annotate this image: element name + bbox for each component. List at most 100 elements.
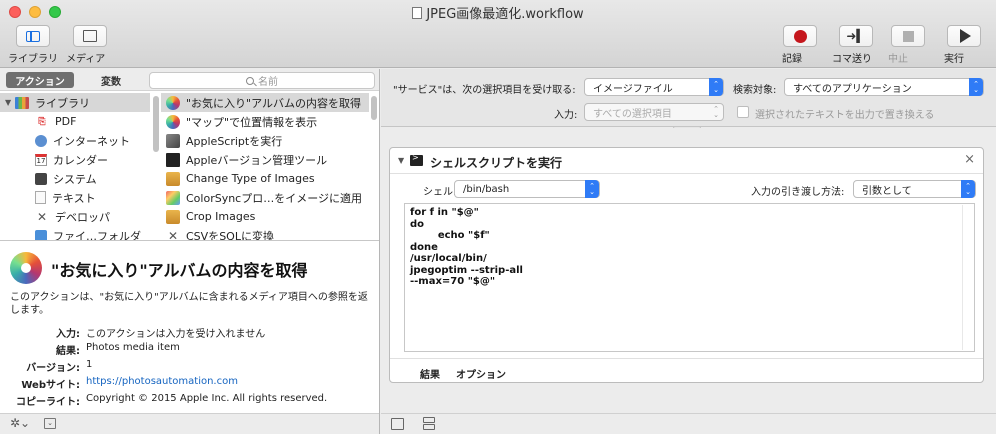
media-label: メディア [66, 54, 106, 65]
preview-icon [166, 171, 180, 186]
library-item-label: テキスト [52, 191, 96, 205]
play-icon [959, 29, 971, 43]
tab-variables[interactable]: 変数 [82, 72, 140, 88]
library-item-label: システム [53, 172, 97, 186]
step-label: コマ送り [832, 54, 872, 65]
popup-arrows-icon: ⌃ ⌄ [585, 180, 599, 198]
flow-view-icon[interactable] [423, 417, 435, 423]
stop-icon [902, 30, 914, 42]
library-item-developer[interactable]: ✕ デベロッパ [0, 207, 150, 226]
shell-popup[interactable]: /bin/bash ⌃ ⌄ [454, 180, 600, 198]
stop-button[interactable]: 中止 [888, 25, 928, 65]
media-icon [83, 30, 97, 42]
record-label: 記録 [782, 50, 802, 65]
receives-popup[interactable]: イメージファイル ⌃ ⌄ [584, 78, 724, 96]
library-item-label: ファイ…フォルダ [53, 229, 141, 241]
replace-text-checkbox[interactable] [737, 106, 749, 118]
library-item-internet[interactable]: インターネット [0, 131, 150, 150]
library-item-system[interactable]: システム [0, 169, 150, 188]
action-item-label: "お気に入り"アルバムの内容を取得 [186, 96, 362, 110]
photos-icon [166, 114, 180, 129]
script-icon [166, 133, 180, 148]
action-item[interactable]: Crop Images [161, 207, 369, 226]
library-item-library[interactable]: ▼ ライブラリ [0, 93, 150, 112]
close-icon[interactable]: × [964, 152, 975, 167]
meta-key: コピーライト: [16, 397, 80, 408]
action-item-label: AppleScriptを実行 [186, 134, 283, 148]
action-item-label: Appleバージョン管理ツール [186, 153, 328, 167]
meta-copyright: コピーライト: Copyright © 2015 Apple Inc. All … [0, 393, 379, 408]
media-button[interactable]: メディア [66, 25, 114, 65]
record-button[interactable]: 記録 [782, 25, 818, 65]
replace-text-label: 選択されたテキストを出力で置き換える [755, 110, 935, 121]
action-item[interactable]: ColorSyncプロ…をイメージに適用 [161, 188, 369, 207]
action-item[interactable]: ✕ CSVをSQLに変換 [161, 226, 369, 241]
input-popup[interactable]: すべての選択項目 ⌃ ⌄ [584, 103, 724, 121]
finder-icon [35, 229, 47, 240]
description-toggle-icon[interactable]: ⌄ [44, 418, 56, 429]
developer-tools-icon: ✕ [167, 228, 179, 241]
flow-view-icon-lower [423, 424, 435, 430]
library-item-calendar[interactable]: 17 カレンダー [0, 150, 150, 169]
action-item[interactable]: "お気に入り"アルバムの内容を取得 [161, 93, 369, 112]
library-item-files-folders[interactable]: ファイ…フォルダ [0, 226, 150, 240]
service-settings: "サービス"は、次の選択項目を受け取る: イメージファイル ⌃ ⌄ 検索対象: す… [381, 69, 996, 127]
input-label: 入力: [554, 110, 578, 121]
action-item[interactable]: Appleバージョン管理ツール [161, 150, 369, 169]
action-item-label: Crop Images [186, 210, 256, 223]
step-button[interactable]: ➜▍ コマ送り [832, 25, 880, 65]
disclosure-triangle-icon[interactable]: ▼ [398, 156, 404, 165]
library-item-label: デベロッパ [55, 210, 110, 224]
meta-value: Photos media item [86, 342, 180, 353]
calendar-icon: 17 [35, 153, 47, 166]
action-item[interactable]: AppleScriptを実行 [161, 131, 369, 150]
library-item-label: カレンダー [53, 153, 108, 167]
library-list: ▼ ライブラリ ⎘ PDF インターネット 17 カレンダー システム テキスト… [0, 92, 150, 240]
tab-results[interactable]: 結果 [420, 366, 440, 381]
shell-label: シェル: [423, 187, 457, 198]
library-pane: アクション 変数 名前 ▼ ライブラリ ⎘ PDF インターネット 17 カレン… [0, 69, 380, 434]
gear-icon[interactable]: ✲⌄ [10, 416, 30, 430]
step-icon: ➜▍ [846, 29, 866, 43]
toolbar: JPEG画像最適化.workflow ライブラリ メディア 記録 ➜▍ コマ送り… [0, 0, 996, 68]
receives-value: イメージファイル [593, 83, 673, 95]
pdf-icon: ⎘ [38, 116, 46, 127]
workflow-pane: "サービス"は、次の選択項目を受け取る: イメージファイル ⌃ ⌄ 検索対象: す… [381, 69, 996, 434]
preview-icon [166, 209, 180, 224]
meta-value: 1 [86, 359, 93, 370]
action-item[interactable]: "マップ"で位置情報を表示 [161, 112, 369, 131]
library-label: ライブラリ [8, 54, 58, 65]
meta-value: Copyright © 2015 Apple Inc. All rights r… [86, 393, 328, 404]
action-item[interactable]: Change Type of Images [161, 169, 369, 188]
action-list-scrollbar[interactable] [371, 96, 377, 120]
meta-key: バージョン: [26, 363, 80, 374]
input-value: すべての選択項目 [593, 108, 672, 120]
script-editor[interactable]: for f in "$@" do echo "$f" done /usr/loc… [404, 203, 975, 352]
library-icon [15, 96, 29, 109]
terminal-icon [166, 152, 180, 167]
meta-input: 入力: このアクションは入力を受け入れません [0, 325, 379, 340]
library-scrollbar[interactable] [153, 96, 159, 152]
website-link[interactable]: https://photosautomation.com [86, 376, 379, 391]
globe-icon [35, 134, 47, 147]
run-button[interactable]: 実行 [944, 25, 984, 65]
meta-version: バージョン: 1 [0, 359, 379, 374]
meta-key: 入力: [56, 329, 80, 340]
library-button[interactable]: ライブラリ [8, 25, 58, 65]
meta-result: 結果: Photos media item [0, 342, 379, 357]
script-scrollbar[interactable] [962, 205, 973, 350]
pass-input-popup[interactable]: 引数として ⌃ ⌄ [853, 180, 976, 198]
popup-arrows-icon: ⌃ ⌄ [713, 105, 719, 119]
window-title-text: JPEG画像最適化.workflow [426, 7, 584, 22]
library-item-pdf[interactable]: ⎘ PDF [0, 112, 150, 131]
tab-actions[interactable]: アクション [6, 72, 74, 88]
system-icon [35, 172, 47, 185]
in-popup[interactable]: すべてのアプリケーション ⌃ ⌄ [784, 78, 984, 96]
script-text: for f in "$@" do echo "$f" done /usr/loc… [410, 207, 523, 287]
action-card-run-shell-script: ▼ シェルスクリプトを実行 × シェル: /bin/bash ⌃⌄ 入力の引き渡… [389, 147, 984, 383]
tab-options[interactable]: オプション [456, 366, 506, 381]
library-header: アクション 変数 名前 [0, 69, 379, 91]
list-view-icon[interactable] [391, 418, 404, 430]
library-item-text[interactable]: テキスト [0, 188, 150, 207]
search-input[interactable]: 名前 [149, 72, 375, 89]
